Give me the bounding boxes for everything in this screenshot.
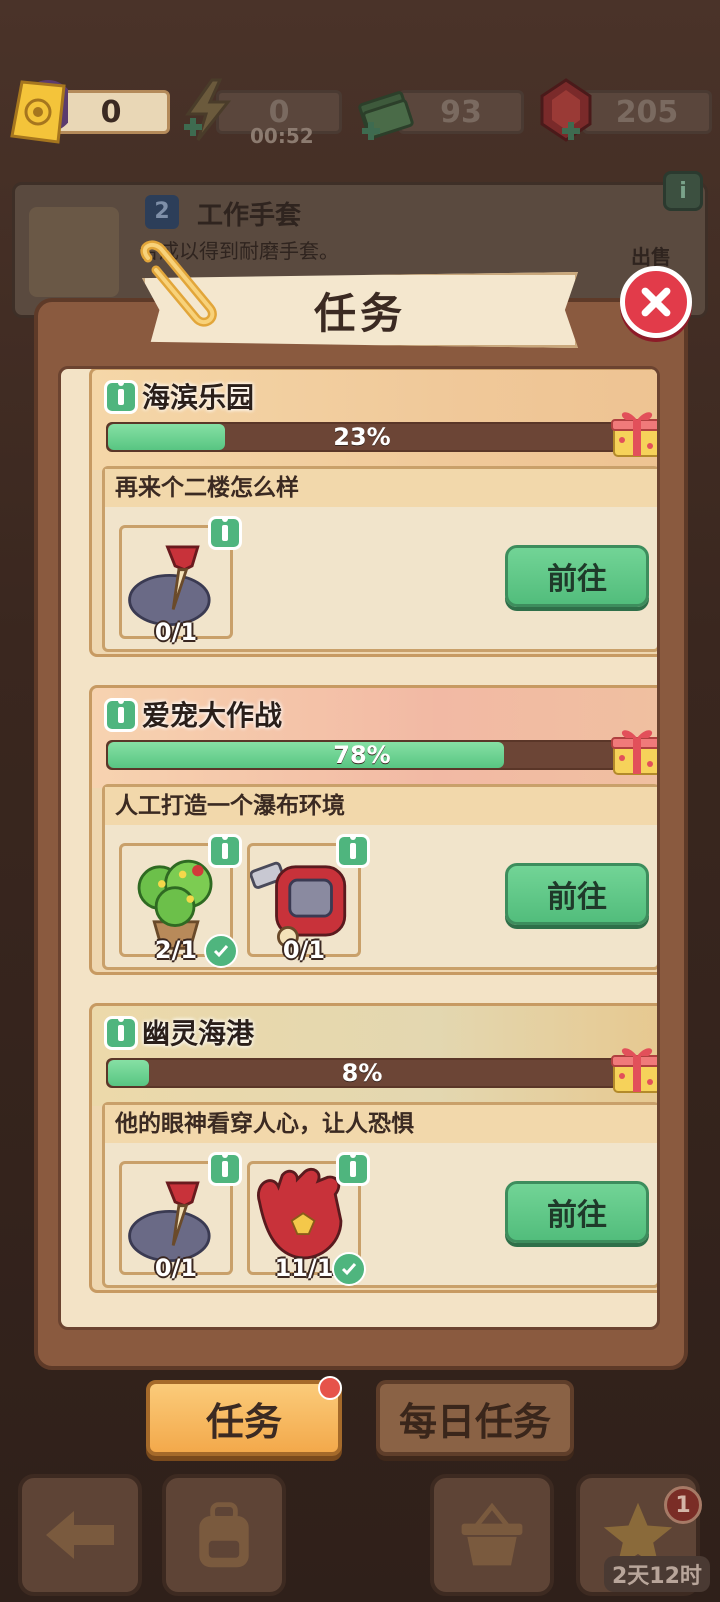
back-button[interactable] — [18, 1474, 142, 1596]
close-icon — [641, 287, 671, 317]
gems-counter[interactable]: 205 — [536, 78, 714, 142]
info-icon[interactable] — [104, 380, 138, 414]
progress-label: 78% — [333, 741, 391, 769]
info-icon[interactable] — [208, 834, 242, 868]
item-info-icon: i — [663, 171, 703, 211]
required-item-slot[interactable]: 2/1 — [119, 834, 242, 968]
dialog-title: 任务 — [313, 288, 406, 338]
quest-title: 爱宠大作战 — [142, 699, 283, 732]
required-item-slot[interactable]: 0/1 — [119, 1152, 242, 1282]
tickets-value: 0 — [52, 90, 170, 134]
quest-objective: 人工打造一个瀑布环境 2/1 0/1 前往 — [102, 784, 657, 970]
cash-counter[interactable]: 93 — [356, 90, 526, 140]
objective-title: 他的眼神看穿人心，让人恐惧 — [105, 1105, 657, 1143]
quest-title: 幽灵海港 — [142, 1017, 255, 1050]
energy-timer: 00:52 — [250, 124, 314, 148]
progress-label: 23% — [333, 423, 391, 451]
item-count: 0/1 — [154, 618, 198, 646]
event-countdown: 2天12时 — [604, 1556, 710, 1592]
go-button[interactable]: 前往 — [505, 1181, 649, 1243]
go-button[interactable]: 前往 — [505, 863, 649, 925]
item-count: 0/1 — [282, 936, 326, 964]
quest-card: 爱宠大作战 78% 人工打造一个瀑布环境 2/1 0/1 前往 — [89, 685, 660, 975]
close-button[interactable] — [620, 266, 692, 338]
info-icon[interactable] — [336, 834, 370, 868]
glove-thumbnail — [29, 207, 119, 297]
progress-label: 8% — [341, 1059, 383, 1087]
backpack-icon — [199, 1502, 249, 1568]
quest-list[interactable]: 海滨乐园 23% 再来个二楼怎么样 0/1 前往 爱宠大作战 78% 人工打造一… — [58, 366, 660, 1330]
required-item-slot[interactable]: 0/1 — [119, 516, 242, 646]
quest-objective: 再来个二楼怎么样 0/1 前往 — [102, 466, 657, 652]
item-count: 0/1 — [154, 1254, 198, 1282]
gems-value: 205 — [582, 90, 712, 134]
go-button[interactable]: 前往 — [505, 545, 649, 607]
info-icon[interactable] — [336, 1152, 370, 1186]
quest-dialog: 海滨乐园 23% 再来个二楼怎么样 0/1 前往 爱宠大作战 78% 人工打造一… — [34, 298, 688, 1370]
gift-box-icon[interactable] — [608, 1038, 660, 1096]
objective-title: 再来个二楼怎么样 — [105, 469, 657, 507]
notification-badge: 1 — [664, 1486, 702, 1524]
paperclip-icon — [140, 240, 217, 327]
required-item-slot[interactable]: 11/1 — [247, 1152, 370, 1286]
info-icon[interactable] — [208, 516, 242, 550]
quest-objective: 他的眼神看穿人心，让人恐惧 0/1 11/1 前往 — [102, 1102, 657, 1288]
quest-progress-bar: 78% — [106, 740, 618, 770]
ticket-icon — [10, 80, 68, 144]
backpack-button[interactable] — [162, 1474, 286, 1596]
quest-progress-bar: 23% — [106, 422, 618, 452]
gift-box-icon[interactable] — [608, 402, 660, 460]
arrow-left-icon — [46, 1511, 114, 1559]
check-icon — [204, 934, 238, 968]
info-icon[interactable] — [208, 1152, 242, 1186]
quest-title: 海滨乐园 — [142, 381, 255, 414]
tab-tasks[interactable]: 任务 — [146, 1380, 342, 1456]
info-icon[interactable] — [104, 698, 138, 732]
quest-card: 幽灵海港 8% 他的眼神看穿人心，让人恐惧 0/1 11/1 前往 — [89, 1003, 660, 1293]
quest-card: 海滨乐园 23% 再来个二楼怎么样 0/1 前往 — [89, 369, 660, 657]
tab-daily-tasks[interactable]: 每日任务 — [376, 1380, 574, 1456]
gift-box-icon[interactable] — [608, 720, 660, 778]
quest-progress-bar: 8% — [106, 1058, 618, 1088]
item-level-badge: 2 — [145, 195, 179, 229]
tickets-counter[interactable]: 0 — [8, 80, 170, 144]
info-icon[interactable] — [104, 1016, 138, 1050]
item-title: 工作手套 — [197, 201, 302, 231]
cash-value: 93 — [398, 90, 524, 134]
basket-icon — [461, 1502, 523, 1566]
notification-dot — [318, 1376, 342, 1400]
lightning-icon — [184, 78, 232, 141]
cash-stack-icon — [358, 91, 414, 140]
objective-title: 人工打造一个瀑布环境 — [105, 787, 657, 825]
shop-basket-button[interactable] — [430, 1474, 554, 1596]
ruby-icon — [540, 78, 592, 142]
required-item-slot[interactable]: 0/1 — [247, 834, 370, 964]
check-icon — [332, 1252, 366, 1286]
